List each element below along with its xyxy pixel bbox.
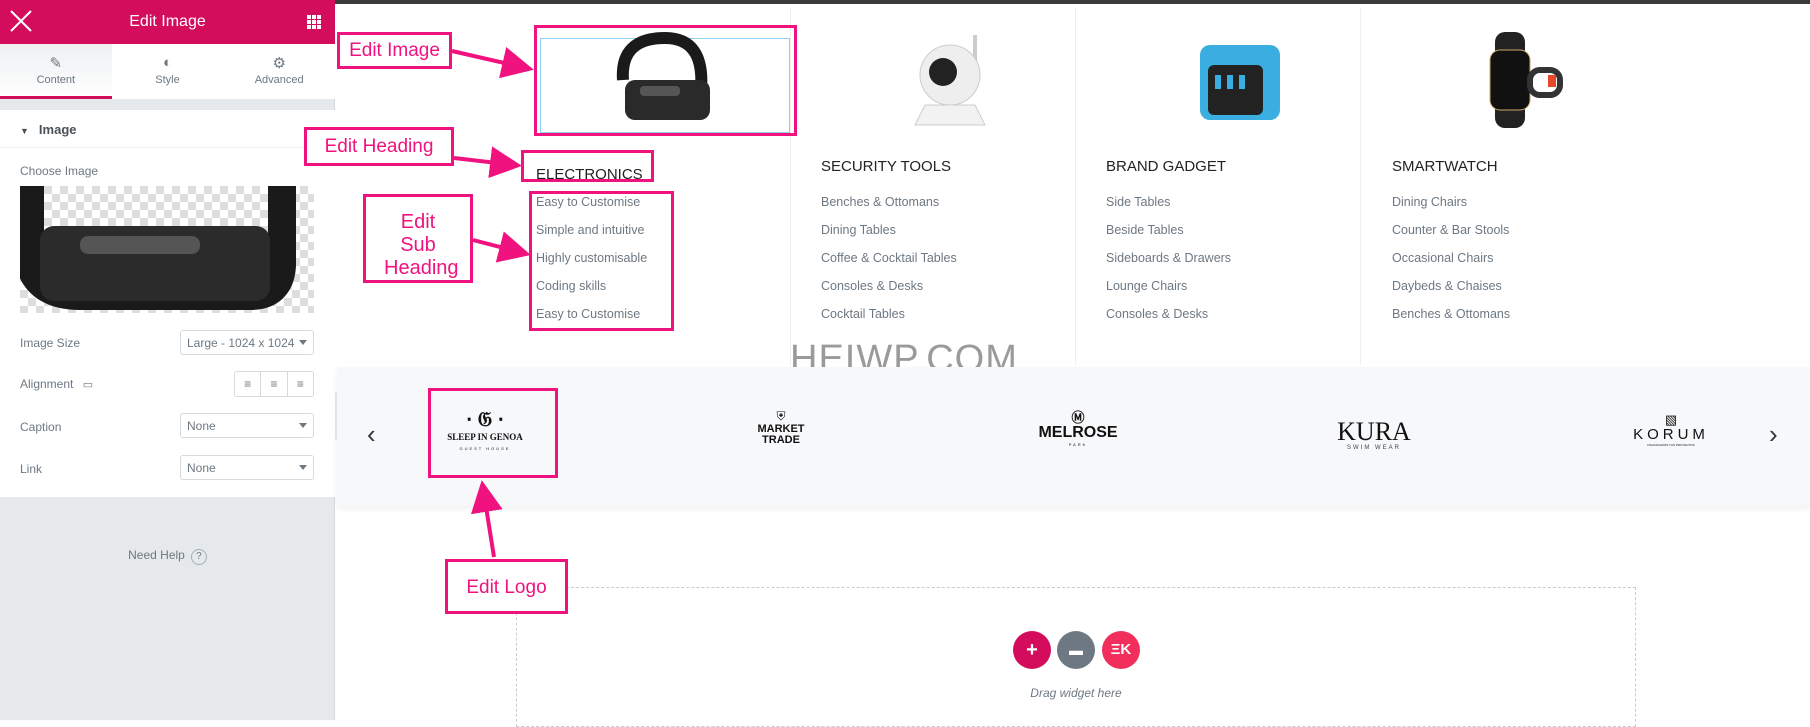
annotation-arrows (451, 47, 534, 558)
arrow-to-image (451, 47, 534, 79)
arrow-to-subheading (472, 231, 531, 263)
arrow-to-logo (470, 480, 503, 558)
arrow-to-heading (453, 146, 522, 179)
